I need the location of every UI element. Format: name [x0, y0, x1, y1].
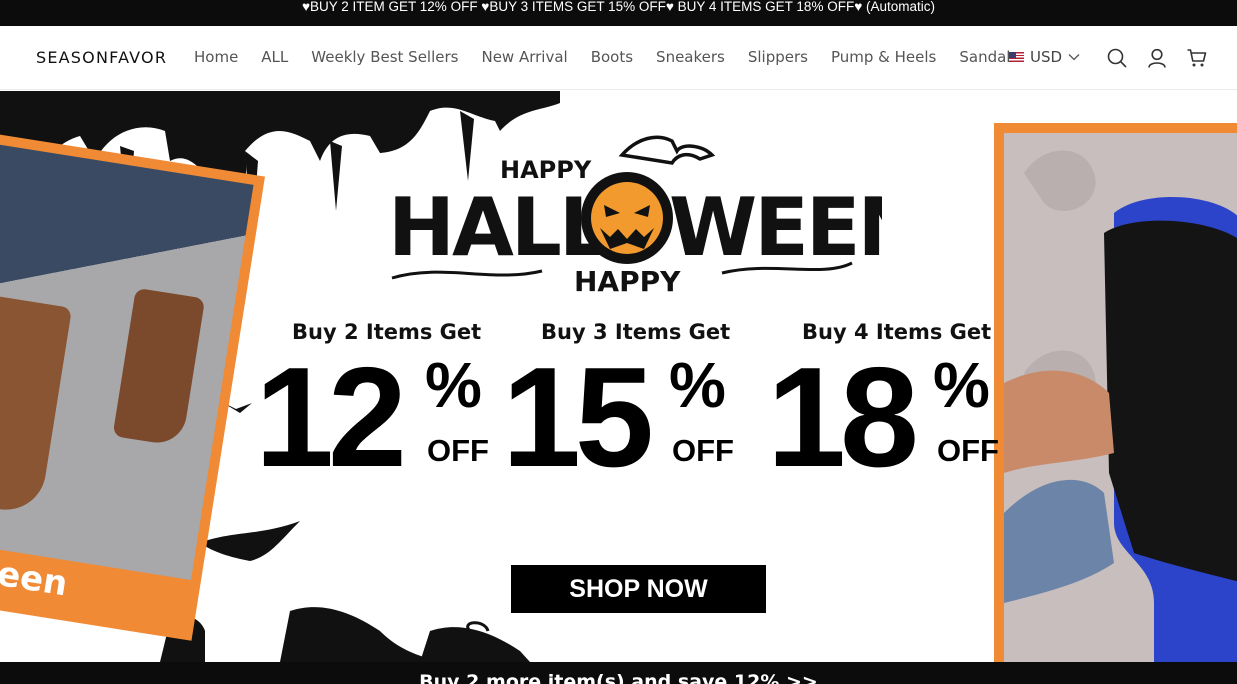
flag-us-icon	[1009, 52, 1024, 62]
site-header: SEASONFAVOR Home ALL Weekly Best Sellers…	[0, 26, 1237, 90]
bottom-promo-bar[interactable]: Buy 2 more item(s) and save 12% >>	[0, 662, 1237, 684]
chevron-down-icon	[1068, 54, 1080, 61]
user-icon[interactable]	[1146, 47, 1168, 69]
announcement-bar: ♥BUY 2 ITEM GET 12% OFF ♥BUY 3 ITEMS GET…	[0, 0, 1237, 26]
logo-happy-bottom: HAPPY	[574, 265, 681, 298]
offer-2-percent: %	[669, 349, 726, 421]
happy-halloween-logo: HAPPY HALLOWEEN HAPPY	[388, 135, 882, 298]
nav-new-arrival[interactable]: New Arrival	[481, 48, 567, 66]
currency-label: USD	[1030, 48, 1063, 66]
brown-boot-image	[0, 293, 73, 516]
main-nav: Home ALL Weekly Best Sellers New Arrival…	[194, 48, 1041, 66]
nav-home[interactable]: Home	[194, 48, 238, 66]
nav-slippers[interactable]: Slippers	[748, 48, 808, 66]
logo-happy-top: HAPPY	[500, 156, 592, 184]
nav-sneakers[interactable]: Sneakers	[656, 48, 725, 66]
search-icon[interactable]	[1106, 47, 1128, 69]
brown-boot-image	[112, 287, 206, 447]
black-boot-image	[1004, 150, 1237, 662]
offer-1-number: 12	[255, 338, 407, 497]
nav-pump-heels[interactable]: Pump & Heels	[831, 48, 936, 66]
shop-now-button[interactable]: SHOP NOW	[511, 565, 766, 613]
offer-2-off: OFF	[672, 433, 734, 468]
right-product-photo[interactable]	[994, 123, 1237, 662]
offer-1-off: OFF	[427, 433, 489, 468]
nav-boots[interactable]: Boots	[591, 48, 633, 66]
bottom-promo-text: Buy 2 more item(s) and save 12% >>	[419, 671, 818, 684]
right-photo-image	[1004, 133, 1237, 662]
offer-3-percent: %	[933, 349, 990, 421]
offer-1-percent: %	[425, 349, 482, 421]
offer-3-number: 18	[767, 338, 919, 497]
nav-all[interactable]: ALL	[261, 48, 288, 66]
cart-icon[interactable]	[1186, 47, 1208, 69]
site-logo[interactable]: SEASONFAVOR	[36, 48, 167, 67]
nav-weekly-best-sellers[interactable]: Weekly Best Sellers	[311, 48, 458, 66]
announcement-text: ♥BUY 2 ITEM GET 12% OFF ♥BUY 3 ITEMS GET…	[302, 0, 935, 14]
hero-banner[interactable]: HAPPY HALLOWEEN HAPPY lloween	[0, 91, 1237, 662]
currency-selector[interactable]: USD	[1009, 48, 1080, 66]
offer-3-off: OFF	[937, 433, 999, 468]
offer-2-number: 15	[502, 338, 654, 497]
